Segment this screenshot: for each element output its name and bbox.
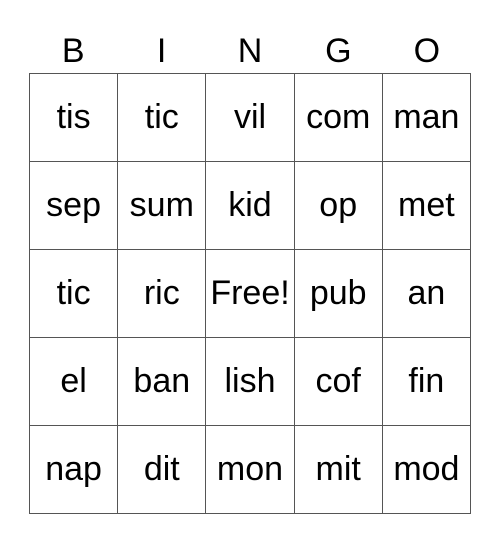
bingo-cell[interactable]: mod bbox=[382, 426, 471, 514]
bingo-cell[interactable]: nap bbox=[30, 426, 119, 514]
bingo-cell[interactable]: mit bbox=[294, 426, 383, 514]
bingo-cell[interactable]: tic bbox=[30, 250, 119, 338]
bingo-cell[interactable]: tis bbox=[30, 74, 119, 162]
bingo-cell[interactable]: met bbox=[382, 162, 471, 250]
bingo-cell[interactable]: el bbox=[30, 338, 119, 426]
bingo-cell[interactable]: an bbox=[382, 250, 471, 338]
bingo-cell[interactable]: lish bbox=[206, 338, 295, 426]
bingo-cell[interactable]: dit bbox=[118, 426, 207, 514]
free-space-cell[interactable]: Free! bbox=[206, 250, 295, 338]
header-letter-i: I bbox=[156, 32, 167, 70]
bingo-cell[interactable]: sum bbox=[118, 162, 207, 250]
bingo-cell[interactable]: pub bbox=[294, 250, 383, 338]
bingo-cell[interactable]: com bbox=[294, 74, 383, 162]
bingo-cell[interactable]: ban bbox=[118, 338, 207, 426]
bingo-cell[interactable]: man bbox=[382, 74, 471, 162]
bingo-cell[interactable]: sep bbox=[30, 162, 119, 250]
bingo-board: tis tic vil com man sep sum kid op met t… bbox=[29, 73, 471, 514]
header-letter-n: N bbox=[237, 32, 263, 70]
bingo-cell[interactable]: tic bbox=[118, 74, 207, 162]
bingo-cell[interactable]: fin bbox=[382, 338, 471, 426]
bingo-cell[interactable]: ric bbox=[118, 250, 207, 338]
bingo-cell[interactable]: cof bbox=[294, 338, 383, 426]
header-letter-o: O bbox=[413, 32, 441, 70]
bingo-cell[interactable]: op bbox=[294, 162, 383, 250]
bingo-header: B I N G O bbox=[29, 30, 471, 73]
bingo-cell[interactable]: vil bbox=[206, 74, 295, 162]
bingo-cell[interactable]: mon bbox=[206, 426, 295, 514]
header-letter-g: G bbox=[325, 32, 352, 70]
bingo-cell[interactable]: kid bbox=[206, 162, 295, 250]
header-letter-b: B bbox=[61, 32, 85, 70]
